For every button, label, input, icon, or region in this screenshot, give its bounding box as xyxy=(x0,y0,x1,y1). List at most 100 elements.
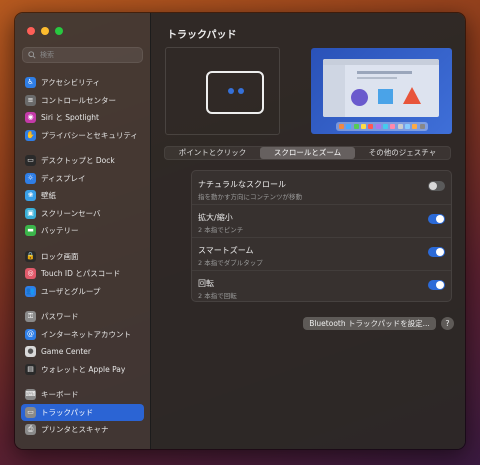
setting-row: 回転 2 本指で回転 xyxy=(192,270,451,303)
sidebar-item-label: インターネットアカウント xyxy=(41,329,131,339)
setting-label: 回転 xyxy=(198,279,214,288)
setting-label: 拡大/縮小 xyxy=(198,213,233,222)
sidebar-item[interactable]: ≡ コントロールセンター xyxy=(21,92,144,110)
setting-description: 指を動かす方向にコンテンツが移動 xyxy=(198,193,302,201)
search-input[interactable] xyxy=(40,51,135,59)
sidebar-item-label: ディスプレイ xyxy=(41,173,86,183)
sidebar-item-label: デスクトップと Dock xyxy=(41,156,115,166)
window-controls xyxy=(27,27,63,35)
sidebar-item[interactable]: ⚿ パスワード xyxy=(21,308,144,326)
sidebar-group: ♿ アクセシビリティ ≡ コントロールセンター ◉ Siri と Spotlight ✋ プラ… xyxy=(21,74,144,144)
sidebar-group: 🔒 ロック画面 ◎ Touch ID とパスコード 👥 ユーザとグループ xyxy=(21,248,144,301)
segmented-tabs: ポイントとクリック スクロールとズーム その他のジェスチャ xyxy=(164,146,451,160)
setup-bluetooth-trackpad-button[interactable]: Bluetooth トラックパッドを設定... xyxy=(303,317,436,330)
search-field[interactable] xyxy=(22,47,143,63)
wallpaper-icon: ❀ xyxy=(25,190,36,202)
users-icon: 👥 xyxy=(25,285,36,297)
siri-icon: ◉ xyxy=(25,112,36,124)
setting-row: 拡大/縮小 2 本指でピンチ xyxy=(192,204,451,238)
sidebar-item[interactable]: ● Game Center xyxy=(21,343,144,361)
hand-icon: ✋ xyxy=(25,129,36,141)
trackpad-icon: ▭ xyxy=(25,406,36,418)
wallet-icon: ▤ xyxy=(25,363,36,375)
screen-preview xyxy=(311,48,452,134)
setting-description: 2 本指で回転 xyxy=(198,292,237,300)
finger-dot xyxy=(238,88,244,94)
sidebar-item-label: Touch ID とパスコード xyxy=(41,269,121,279)
at-icon: @ xyxy=(25,328,36,340)
setting-toggle[interactable] xyxy=(428,247,445,257)
sidebar-item-label: プリンタとスキャナ xyxy=(41,425,109,435)
lock-screen-icon: 🔒 xyxy=(25,250,36,262)
sidebar-item[interactable]: ▬ バッテリー xyxy=(21,222,144,240)
sidebar-item-label: アクセシビリティ xyxy=(41,78,101,88)
toggle-knob xyxy=(436,281,444,289)
close-window-button[interactable] xyxy=(27,27,35,35)
accessibility-icon: ♿ xyxy=(25,77,36,89)
sidebar-item[interactable]: ▭ トラックパッド xyxy=(21,403,144,421)
sidebar-item[interactable]: 👥 ユーザとグループ xyxy=(21,283,144,301)
game-center-icon: ● xyxy=(25,346,36,358)
tab[interactable]: その他のジェスチャ xyxy=(355,147,450,159)
sidebar-item[interactable]: ◎ Touch ID とパスコード xyxy=(21,265,144,283)
sidebar-item-label: プライバシーとセキュリティ xyxy=(41,130,138,140)
sidebar-item-label: トラックパッド xyxy=(41,407,94,417)
settings-window: ♿ アクセシビリティ ≡ コントロールセンター ◉ Siri と Spotlight ✋ プラ… xyxy=(14,12,466,450)
desktop-dock-icon: ▭ xyxy=(25,155,36,167)
sidebar-item-label: Siri と Spotlight xyxy=(41,113,99,123)
minimize-window-button[interactable] xyxy=(41,27,49,35)
sidebar-item[interactable]: @ インターネットアカウント xyxy=(21,326,144,344)
tab[interactable]: ポイントとクリック xyxy=(165,147,260,159)
sidebar-nav: ♿ アクセシビリティ ≡ コントロールセンター ◉ Siri と Spotlight ✋ プラ… xyxy=(21,74,144,447)
key-icon: ⚿ xyxy=(25,311,36,323)
scroll-zoom-settings: ナチュラルなスクロール指を動かす方向にコンテンツが移動拡大/縮小 2 本指でピンチ… xyxy=(191,170,452,302)
sidebar-item[interactable]: ▣ スクリーンセーバ xyxy=(21,205,144,223)
help-button[interactable]: ? xyxy=(441,317,454,330)
keyboard-icon: ⌨ xyxy=(25,389,36,401)
sidebar-item-label: コントロールセンター xyxy=(41,95,116,105)
printer-icon: ⎙ xyxy=(25,424,36,436)
sidebar-item[interactable]: ⎙ プリンタとスキャナ xyxy=(21,421,144,439)
toggle-knob xyxy=(436,215,444,223)
toggle-knob xyxy=(436,248,444,256)
setting-row: ナチュラルなスクロール指を動かす方向にコンテンツが移動 xyxy=(192,171,451,205)
preview-window xyxy=(323,59,439,117)
setting-label: スマートズーム xyxy=(198,246,254,255)
setting-label: ナチュラルなスクロール xyxy=(198,180,286,189)
sidebar-item[interactable]: ▤ ウォレットと Apple Pay xyxy=(21,361,144,379)
setting-toggle[interactable] xyxy=(428,280,445,290)
sidebar-item-label: バッテリー xyxy=(41,226,79,236)
trackpad-illustration xyxy=(206,71,264,114)
sidebar-item[interactable]: 🔒 ロック画面 xyxy=(21,248,144,266)
sidebar-item[interactable]: ✋ プライバシーとセキュリティ xyxy=(21,127,144,145)
display-icon: ☼ xyxy=(25,172,36,184)
sidebar-item-label: パスワード xyxy=(41,312,79,322)
zoom-window-button[interactable] xyxy=(55,27,63,35)
page-title: トラックパッド xyxy=(167,30,237,41)
sidebar-item-label: ウォレットと Apple Pay xyxy=(41,364,126,374)
fingerprint-icon: ◎ xyxy=(25,268,36,280)
sidebar-item-label: ユーザとグループ xyxy=(41,286,101,296)
sidebar: ♿ アクセシビリティ ≡ コントロールセンター ◉ Siri と Spotlight ✋ プラ… xyxy=(15,13,151,449)
sidebar-item-label: スクリーンセーバ xyxy=(41,208,101,218)
battery-icon: ▬ xyxy=(25,225,36,237)
sidebar-group: ⚿ パスワード @ インターネットアカウント ● Game Center ▤ ウォレットと A… xyxy=(21,308,144,378)
setting-toggle[interactable] xyxy=(428,214,445,224)
setting-description: 2 本指でダブルタップ xyxy=(198,259,263,267)
sidebar-item[interactable]: ◉ Siri と Spotlight xyxy=(21,109,144,127)
setting-toggle[interactable] xyxy=(428,181,445,191)
control-center-icon: ≡ xyxy=(25,94,36,106)
sidebar-group: ⌨ キーボード ▭ トラックパッド ⎙ プリンタとスキャナ xyxy=(21,386,144,439)
tab[interactable]: スクロールとズーム xyxy=(260,147,355,159)
preview-dock xyxy=(336,122,428,131)
sidebar-item-label: キーボード xyxy=(41,390,79,400)
sidebar-item-label: Game Center xyxy=(41,347,91,357)
sidebar-item[interactable]: ☼ ディスプレイ xyxy=(21,170,144,188)
sidebar-item[interactable]: ♿ アクセシビリティ xyxy=(21,74,144,92)
sidebar-item[interactable]: ⌨ キーボード xyxy=(21,386,144,404)
main-pane: トラックパッド ポイントとクリック スクロールとズーム その他のジェスチャ ナチ… xyxy=(151,13,465,449)
gesture-preview xyxy=(165,47,280,135)
finger-dot xyxy=(228,88,234,94)
sidebar-item[interactable]: ▭ デスクトップと Dock xyxy=(21,152,144,170)
sidebar-item[interactable]: ❀ 壁紙 xyxy=(21,187,144,205)
